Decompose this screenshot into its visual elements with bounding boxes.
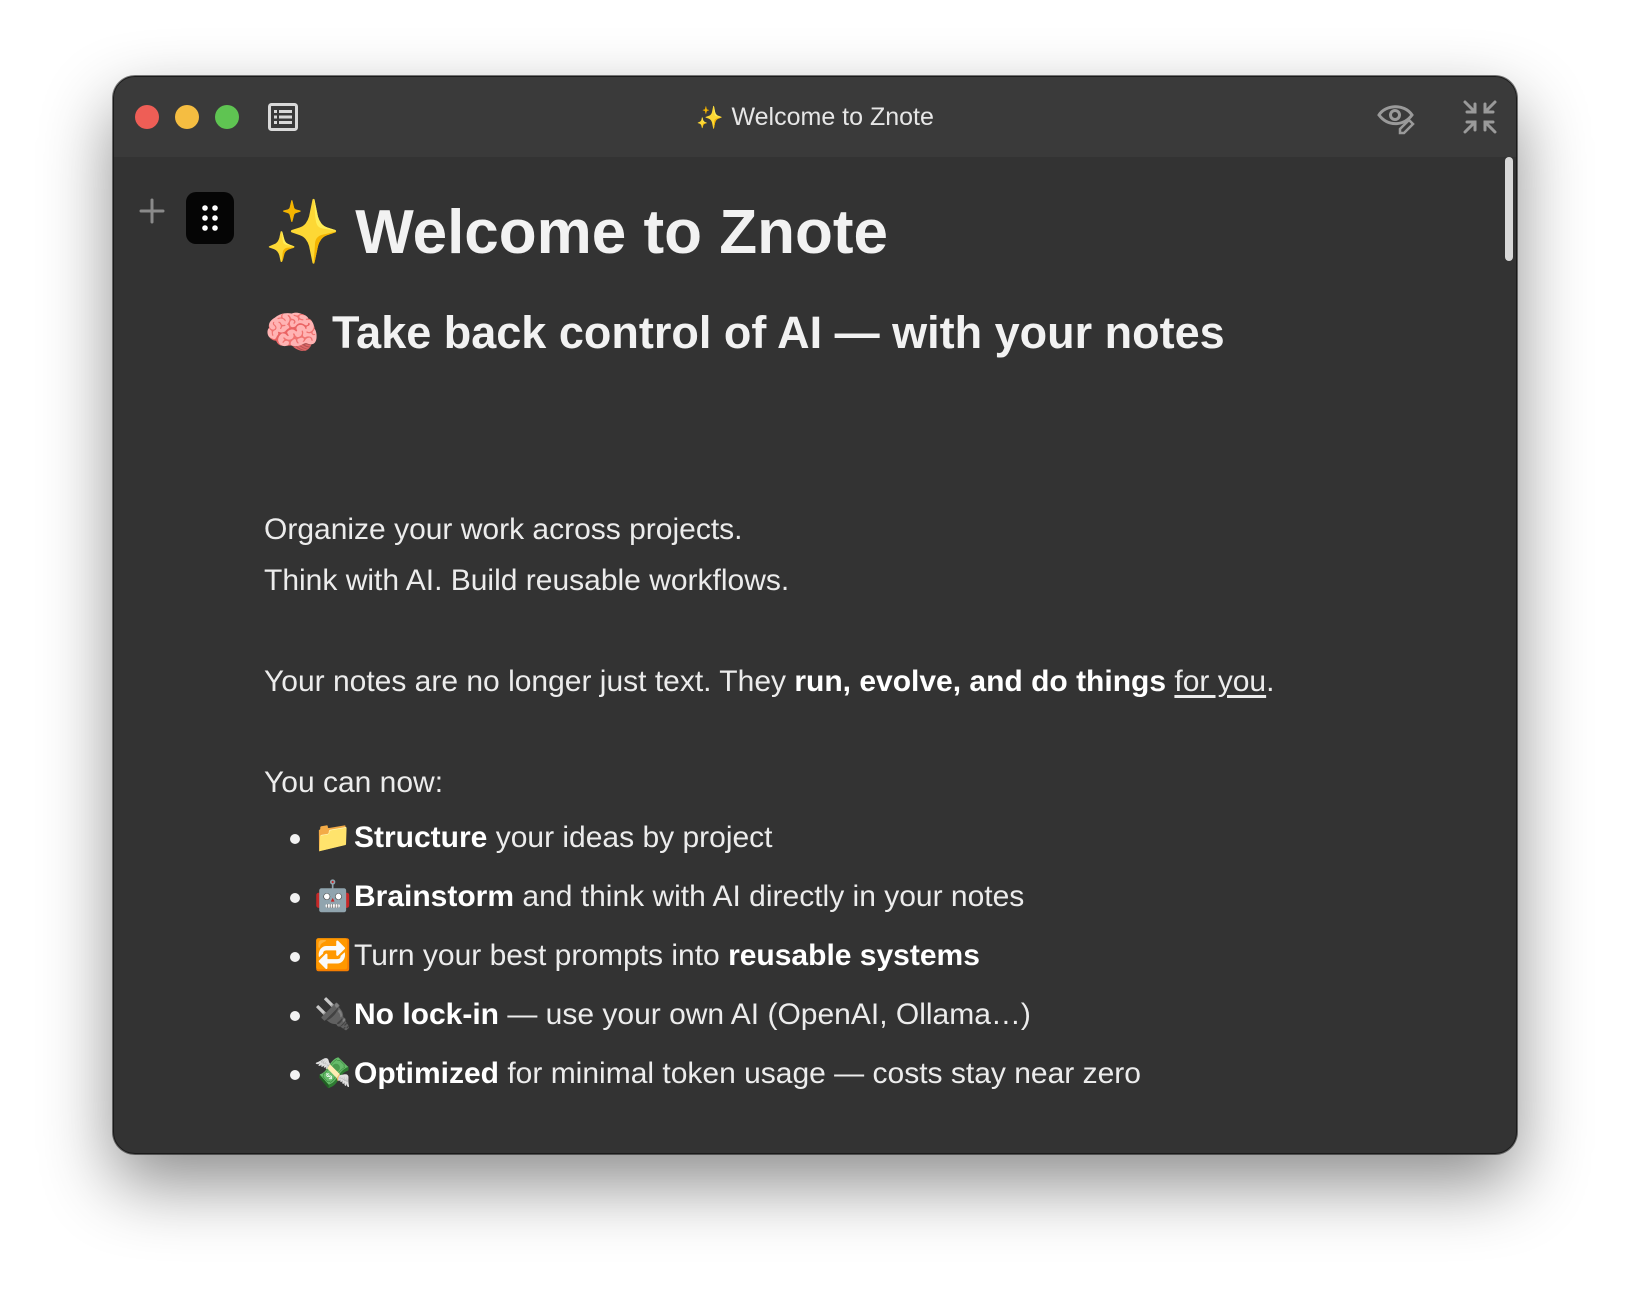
feature-list: 📁Structure your ideas by project 🤖Brains… — [264, 819, 1141, 1114]
editor-area[interactable]: ✨ Welcome to Znote 🧠 Take back control of … — [114, 157, 1516, 1153]
scrollbar[interactable] — [1502, 157, 1516, 1153]
document-title-text: Welcome to Znote — [355, 198, 888, 267]
text: and think with AI directly in your notes — [514, 880, 1025, 913]
add-block-button[interactable] — [138, 197, 166, 225]
bold-text: Brainstorm — [354, 880, 515, 913]
document-title[interactable]: ✨ Welcome to Znote — [264, 193, 888, 273]
app-window: ✨ Welcome to Znote ✨ Welcome to Znote 🧠 … — [113, 76, 1517, 1154]
text: — use your own AI (OpenAI, Ollama…) — [499, 998, 1031, 1031]
list-item[interactable]: 💸Optimized for minimal token usage — cos… — [264, 1055, 1141, 1114]
section-heading[interactable]: 🧠 Take back control of AI — with your not… — [264, 305, 1225, 361]
list-item[interactable]: 🤖Brainstorm and think with AI directly i… — [264, 878, 1141, 937]
bold-text: Optimized — [354, 1057, 500, 1090]
paragraph[interactable]: Think with AI. Build reusable workflows. — [264, 562, 789, 600]
sparkles-icon: ✨ — [696, 105, 724, 130]
repeat-icon: 🔁 — [314, 939, 352, 972]
text: Turn your best prompts into — [354, 939, 729, 972]
collapse-button[interactable] — [1462, 99, 1498, 135]
text: your ideas by project — [487, 821, 773, 854]
section-heading-text: Take back control of AI — with your note… — [332, 307, 1225, 358]
paragraph[interactable]: You can now: — [264, 764, 443, 802]
brain-icon: 🧠 — [264, 307, 321, 358]
robot-icon: 🤖 — [314, 880, 352, 913]
title-bar: ✨ Welcome to Znote — [114, 77, 1516, 157]
bold-text: Structure — [354, 821, 488, 854]
folder-icon: 📁 — [314, 821, 352, 854]
paragraph[interactable]: Your notes are no longer just text. They… — [264, 663, 1274, 701]
bold-text: reusable systems — [728, 939, 980, 972]
eye-icon — [1377, 105, 1415, 135]
window-title-text: Welcome to Znote — [731, 103, 934, 131]
collapse-icon — [1463, 100, 1497, 134]
underlined-text: for you — [1174, 665, 1267, 698]
bold-text: run, evolve, and do things — [794, 665, 1167, 698]
plus-icon — [139, 198, 165, 224]
money-icon: 💸 — [314, 1057, 352, 1090]
list-item[interactable]: 🔁Turn your best prompts into reusable sy… — [264, 937, 1141, 996]
list-item[interactable]: 🔌No lock-in — use your own AI (OpenAI, O… — [264, 996, 1141, 1055]
preview-toggle-button[interactable] — [1376, 99, 1416, 135]
drag-handle-icon — [202, 205, 218, 231]
bold-text: No lock-in — [354, 998, 500, 1031]
text: . — [1266, 665, 1275, 698]
plug-icon: 🔌 — [314, 998, 352, 1031]
sparkles-icon: ✨ — [264, 198, 342, 267]
window-title: ✨ Welcome to Znote — [114, 101, 1516, 134]
text: Your notes are no longer just text. They — [264, 665, 795, 698]
drag-handle-button[interactable] — [186, 192, 234, 244]
scrollbar-thumb[interactable] — [1505, 157, 1513, 261]
list-item[interactable]: 📁Structure your ideas by project — [264, 819, 1141, 878]
paragraph[interactable]: Organize your work across projects. — [264, 511, 743, 549]
text: for minimal token usage — costs stay nea… — [499, 1057, 1141, 1090]
